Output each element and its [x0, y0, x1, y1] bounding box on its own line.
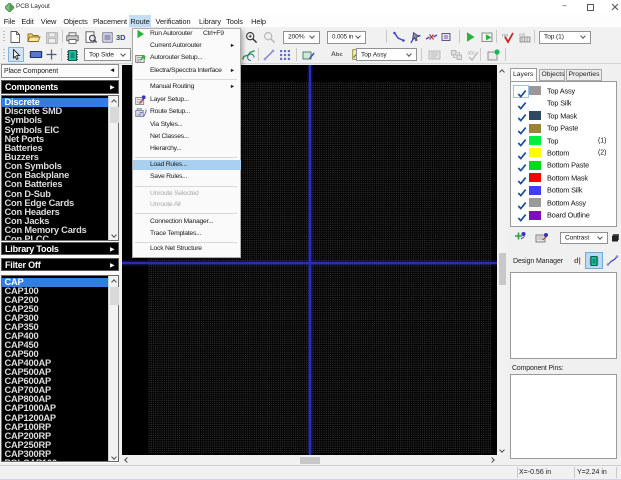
svg-text:mil: mil — [519, 32, 525, 37]
